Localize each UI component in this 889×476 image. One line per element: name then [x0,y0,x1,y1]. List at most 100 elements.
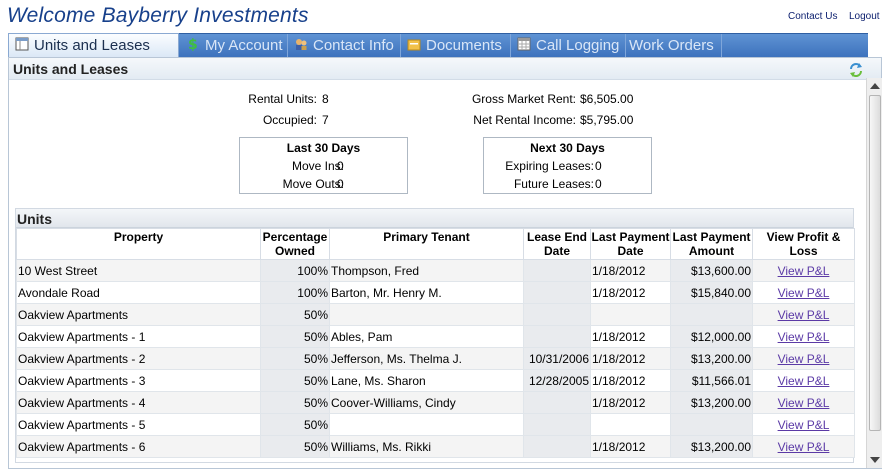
payment-amount-cell: $11,566.01 [670,369,753,392]
payment-date-value: 1/18/2012 [592,439,646,454]
column-header-primary-tenant[interactable]: Primary Tenant [329,228,524,260]
tab-work-orders[interactable]: Work Orders [626,34,722,57]
pl-cell: View P&L [752,281,855,304]
tenant-value: Williams, Ms. Rikki [331,439,431,454]
next-30-days-box: Next 30 Days Expiring Leases: 0 Future L… [483,137,652,194]
percentage-value: 100% [297,263,328,278]
tenant-cell: Williams, Ms. Rikki [329,435,524,458]
lease-end-cell [523,281,591,304]
payment-date-value: 1/18/2012 [592,329,646,344]
column-header-last-payment-date[interactable]: Last Payment Date [590,228,671,260]
tab-label: Contact Info [313,37,394,54]
payment-date-cell: 1/18/2012 [590,281,671,304]
view-pl-link[interactable]: View P&L [778,374,830,388]
tab-units-and-leases[interactable]: Units and Leases [8,33,179,57]
table-row: Oakview Apartments - 2 50% Jefferson, Ms. … [16,347,855,370]
tab-label: Documents [426,37,502,54]
view-pl-link[interactable]: View P&L [778,264,830,278]
property-cell: Oakview Apartments [16,303,261,326]
tab-my-account[interactable]: $ My Account [180,34,288,57]
percentage-cell: 50% [260,413,330,436]
payment-date-cell: 1/18/2012 [590,347,671,370]
units-title: Units [17,211,52,227]
column-header-percentage-owned[interactable]: Percentage Owned [260,228,330,260]
logout-link[interactable]: Logout [849,11,880,22]
payment-amount-value: $13,200.00 [690,395,751,410]
tenant-cell: Barton, Mr. Henry M. [329,281,524,304]
tenant-cell: Ables, Pam [329,325,524,348]
panel-title: Units and Leases [13,61,129,77]
lease-end-cell [523,435,591,458]
pl-cell: View P&L [752,435,855,458]
view-pl-link[interactable]: View P&L [778,418,830,432]
expiring-leases-label: Expiring Leases: [505,159,594,173]
lease-end-cell: 12/28/2005 [523,369,591,392]
tab-call-logging[interactable]: Call Logging [511,34,626,57]
column-header-last-payment-amount[interactable]: Last Payment Amount [670,228,753,260]
property-value: Oakview Apartments - 6 [18,439,146,454]
calendar-icon [517,35,531,51]
percentage-cell: 50% [260,325,330,348]
payment-date-value: 1/18/2012 [592,285,646,300]
payment-amount-value: $12,000.00 [690,329,751,344]
property-value: Oakview Apartments - 4 [18,395,146,410]
scroll-thumb[interactable] [869,95,881,431]
refresh-icon[interactable] [848,62,864,78]
lease-end-cell [523,303,591,326]
move-outs-value: 0 [337,177,344,191]
payment-date-cell [590,413,671,436]
last-30-days-box: Last 30 Days Move Ins: 0 Move Outs: 0 [239,137,408,194]
view-pl-link[interactable]: View P&L [778,396,830,410]
column-header-view-profit-loss[interactable]: View Profit & Loss [752,228,855,260]
vertical-scrollbar[interactable] [866,78,882,468]
occupied-value: 7 [322,113,329,127]
net-income-value: $5,795.00 [580,113,634,127]
pl-cell: View P&L [752,347,855,370]
view-pl-link[interactable]: View P&L [778,308,830,322]
payment-date-value: 1/18/2012 [592,373,646,388]
percentage-cell: 50% [260,369,330,392]
tab-contact-info[interactable]: Contact Info [288,34,401,57]
occupied-label: Occupied: [262,113,317,127]
scroll-up-arrow-icon[interactable] [870,83,880,89]
pl-cell: View P&L [752,369,855,392]
payment-date-cell: 1/18/2012 [590,369,671,392]
gross-rent-label: Gross Market Rent: [471,92,576,106]
view-pl-link[interactable]: View P&L [778,440,830,454]
percentage-cell: 100% [260,281,330,304]
view-pl-link[interactable]: View P&L [778,352,830,366]
percentage-cell: 100% [260,259,330,282]
pl-cell: View P&L [752,413,855,436]
tenant-value: Coover-Williams, Cindy [331,395,456,410]
tenant-value: Thompson, Fred [331,263,420,278]
payment-amount-cell [670,303,753,326]
move-ins-value: 0 [337,159,344,173]
tab-label: Call Logging [536,37,620,54]
column-header-lease-end-date[interactable]: Lease End Date [523,228,591,260]
tab-bar: Units and Leases $ My Account Contact In… [8,33,868,57]
percentage-value: 50% [303,329,328,344]
view-pl-link[interactable]: View P&L [778,330,830,344]
header: Welcome Bayberry Investments Contact Us … [0,0,889,33]
column-header-property[interactable]: Property [16,228,261,260]
units-and-leases-panel: Units and Leases Rental Units: 8 Occupie… [8,57,882,469]
table-row: Oakview Apartments - 5 50% View P&L [16,413,855,436]
payment-amount-cell [670,413,753,436]
scroll-down-arrow-icon[interactable] [870,457,880,463]
table-row: Oakview Apartments - 1 50% Ables, Pam 1/18/… [16,325,855,348]
property-value: Oakview Apartments [18,307,129,322]
last-30-days-title: Last 30 Days [286,141,361,155]
table-row: Oakview Apartments - 6 50% Williams, Ms. R… [16,435,855,458]
percentage-value: 50% [303,417,328,432]
contact-us-link[interactable]: Contact Us [788,11,837,22]
percentage-cell: 50% [260,303,330,326]
table-row: Oakview Apartments 50% View P&L [16,303,855,326]
view-pl-link[interactable]: View P&L [778,286,830,300]
table-header-row: Property Percentage Owned Primary Tenant… [16,228,855,260]
payment-date-value: 1/18/2012 [592,263,646,278]
folder-icon [407,35,421,51]
tenant-cell: Jefferson, Ms. Thelma J. [329,347,524,370]
percentage-value: 50% [303,373,328,388]
tab-documents[interactable]: Documents [401,34,511,57]
tenant-cell: Lane, Ms. Sharon [329,369,524,392]
